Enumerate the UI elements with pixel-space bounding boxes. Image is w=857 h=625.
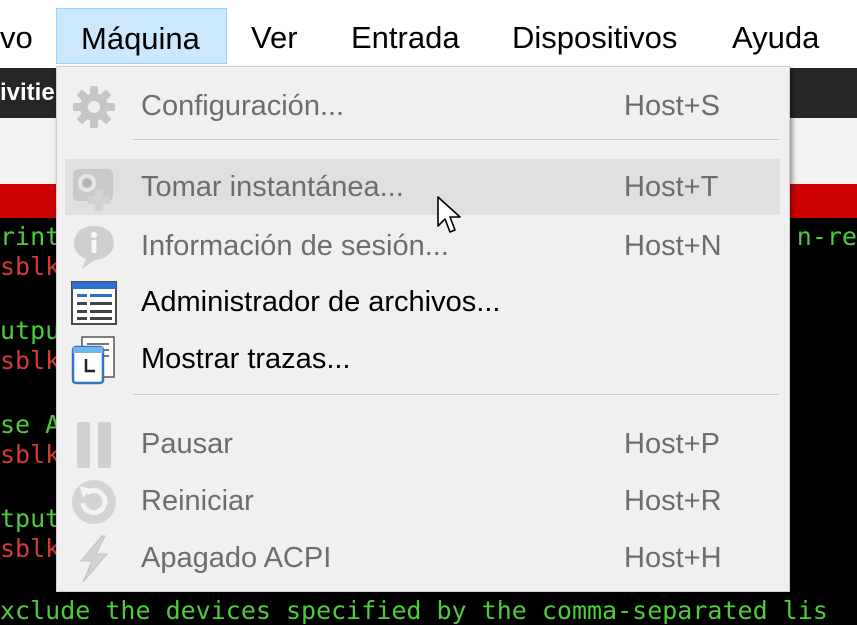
menubar-entrada[interactable]: Entrada (351, 8, 460, 64)
gear-icon (69, 82, 119, 132)
camera-snapshot-icon (69, 163, 119, 213)
machine-menu: Configuración... Host+S Tomar instantáne… (56, 66, 790, 592)
menu-item-shortcut: Host+N (624, 230, 722, 262)
menu-item-file-manager[interactable]: Administrador de archivos... (65, 274, 780, 330)
menu-item-shortcut: Host+T (624, 171, 719, 203)
menu-item-label: Pausar (141, 428, 233, 460)
menu-item-take-snapshot[interactable]: Tomar instantánea... Host+T (65, 159, 780, 215)
menu-item-shortcut: Host+P (624, 428, 720, 460)
menubar-maquina[interactable]: Máquina (56, 8, 227, 64)
terminal-line: sblk (0, 534, 61, 563)
menubar-ver[interactable]: Ver (251, 8, 298, 64)
mouse-cursor-icon (437, 196, 461, 233)
terminal-line: sblk (0, 346, 61, 375)
menu-item-reset[interactable]: Reiniciar Host+R (65, 473, 780, 529)
log-viewer-icon (69, 335, 119, 385)
menu-item-show-logs[interactable]: Mostrar trazas... (65, 331, 780, 387)
menubar-dispositivos[interactable]: Dispositivos (512, 8, 677, 64)
terminal-line: sblk (0, 440, 61, 469)
menu-item-label: Configuración... (141, 90, 345, 122)
menu-item-shortcut: Host+R (624, 485, 722, 517)
menu-item-label: Reiniciar (141, 485, 254, 517)
menu-item-session-info[interactable]: Información de sesión... Host+N (65, 218, 780, 274)
terminal-line: n-re (796, 222, 857, 251)
menubar: vo Máquina Ver Entrada Dispositivos Ayud… (0, 0, 857, 69)
terminal-line: sblk (0, 252, 61, 281)
menu-item-shortcut: Host+S (624, 90, 720, 122)
file-manager-icon (69, 278, 119, 328)
menu-item-label: Administrador de archivos... (141, 286, 501, 318)
menu-separator (133, 139, 779, 140)
menu-item-shortcut: Host+H (624, 542, 722, 574)
acpi-shutdown-icon (69, 534, 119, 584)
terminal-line: xclude the devices specified by the comm… (0, 596, 828, 625)
pause-icon (69, 420, 119, 470)
menu-separator (133, 394, 779, 395)
menubar-ayuda[interactable]: Ayuda (732, 8, 819, 64)
menu-item-label: Tomar instantánea... (141, 171, 404, 203)
terminal-line: rint (0, 222, 61, 251)
menu-item-label: Apagado ACPI (141, 542, 332, 574)
menu-item-pause[interactable]: Pausar Host+P (65, 416, 780, 472)
guest-activities-label: ivitie (0, 79, 55, 106)
menu-item-settings[interactable]: Configuración... Host+S (65, 78, 780, 134)
menu-item-label: Información de sesión... (141, 230, 449, 262)
menu-item-acpi-shutdown[interactable]: Apagado ACPI Host+H (65, 530, 780, 586)
info-bubble-icon (69, 222, 119, 272)
terminal-line: tput (0, 504, 61, 533)
menubar-archivo[interactable]: vo (0, 8, 33, 64)
menu-item-label: Mostrar trazas... (141, 343, 351, 375)
reset-icon (69, 477, 119, 527)
